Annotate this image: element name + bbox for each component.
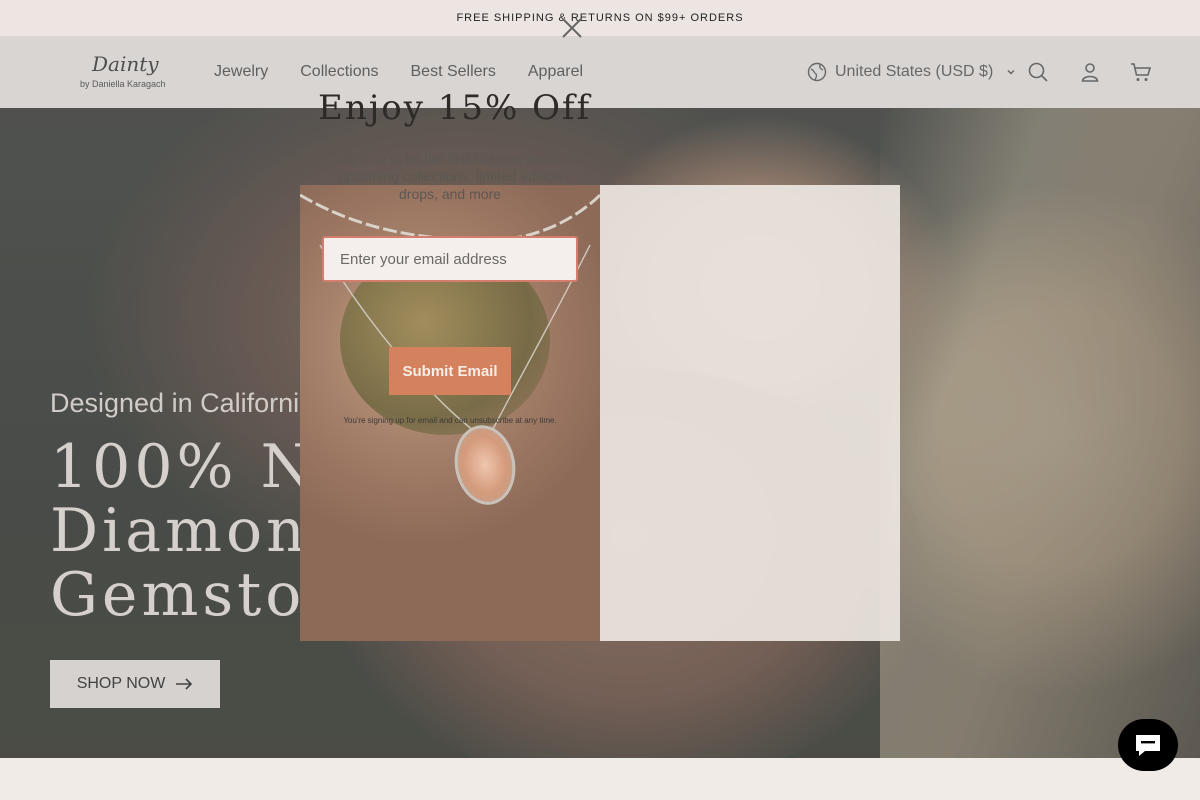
- announcement-bar: FREE SHIPPING & RETURNS ON $99+ ORDERS: [0, 0, 1200, 36]
- announcement-text: FREE SHIPPING & RETURNS ON $99+ ORDERS: [456, 12, 744, 24]
- submit-email-button[interactable]: Submit Email: [389, 347, 511, 395]
- chat-icon: [1136, 735, 1160, 756]
- close-icon[interactable]: [558, 14, 586, 42]
- popup-description: Sign up to be the first to know about up…: [338, 150, 562, 202]
- popup-title: Enjoy 15% Off: [318, 88, 592, 128]
- email-field[interactable]: [322, 236, 578, 282]
- chat-button[interactable]: [1118, 719, 1178, 771]
- popup-fine-print: You're signing up for email and can unsu…: [343, 416, 557, 425]
